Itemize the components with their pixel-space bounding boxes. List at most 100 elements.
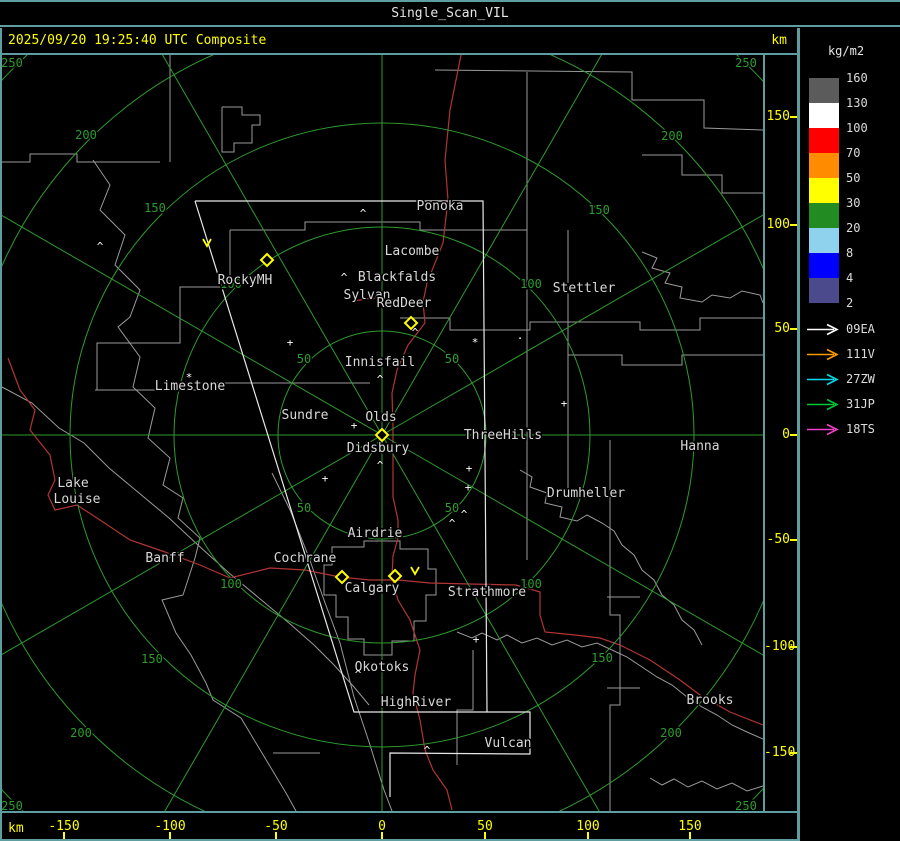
- bottom-axis-tick: [169, 832, 171, 839]
- legend-scale-label: 160: [846, 71, 868, 85]
- site-arrow-icon: [807, 348, 839, 361]
- ring-distance-label: 150: [144, 201, 166, 215]
- spot-symbol: ^: [360, 207, 367, 220]
- info-bar: 2025/09/20 19:25:40 UTC Composite km: [0, 28, 797, 53]
- ring-distance-label: 150: [141, 652, 163, 666]
- radar-map-canvas[interactable]: 50 5050 50100 100100 100150 150150 150200 20020…: [0, 0, 900, 841]
- ring-distance-label: 200: [75, 128, 97, 142]
- town-label: Blackfalds: [358, 270, 436, 285]
- legend-scale-label: 20: [846, 221, 861, 235]
- town-label: Louise: [54, 492, 101, 507]
- county-boundary-line: [230, 221, 527, 231]
- legend-color-swatch: [809, 228, 839, 253]
- spot-symbol: *: [186, 371, 193, 384]
- site-direction-marker: [410, 566, 420, 576]
- ring-distance-label: 50: [297, 352, 311, 366]
- spot-symbol: ^: [424, 744, 431, 757]
- town-label: RedDeer: [377, 296, 432, 311]
- town-label: Innisfail: [345, 355, 415, 370]
- town-label: Cochrane: [274, 551, 337, 566]
- right-axis-tick-label: 150: [766, 109, 790, 124]
- right-axis-tick-label: -100: [764, 639, 796, 654]
- town-label: Hanna: [680, 439, 719, 454]
- legend-scale-label: 8: [846, 246, 854, 260]
- county-boundary-line: [568, 354, 763, 366]
- site-arrow-icon: [807, 373, 839, 386]
- right-axis-tick: [790, 434, 797, 436]
- right-axis-tick-label: -150: [764, 745, 796, 760]
- legend-scale-label: 50: [846, 171, 861, 185]
- bottom-axis-unit-label: km: [8, 821, 24, 836]
- legend-scale-label: 130: [846, 96, 868, 110]
- ring-distance-label: 50: [445, 501, 459, 515]
- town-label: Brooks: [687, 693, 734, 708]
- ring-distance-label: 250: [735, 56, 757, 70]
- spot-symbol: ^: [412, 326, 419, 339]
- ring-distance-label: 200: [70, 726, 92, 740]
- spot-symbol: .: [517, 329, 524, 342]
- legend-color-swatch: [809, 78, 839, 103]
- spot-symbol: ^: [97, 240, 104, 253]
- spot-symbol: ^: [355, 668, 362, 681]
- ring-distance-label: 50: [445, 352, 459, 366]
- town-label: ThreeHills: [464, 428, 542, 443]
- radial-line: [130, 0, 383, 436]
- spot-symbol: +: [473, 633, 480, 646]
- town-label: Stettler: [553, 281, 616, 296]
- right-axis-tick-label: 0: [782, 427, 790, 442]
- site-id-label: 09EA: [846, 322, 875, 336]
- town-label: Didsbury: [347, 441, 410, 456]
- ring-distance-label: 200: [661, 129, 683, 143]
- county-boundary-line: [221, 106, 261, 153]
- ring-distance-label: 200: [660, 726, 682, 740]
- window-title: Single_Scan_VIL: [391, 6, 509, 21]
- town-label: RockyMH: [218, 273, 273, 288]
- spot-symbol: ^: [377, 373, 384, 386]
- site-legend-row: 18TS: [800, 422, 900, 436]
- county-boundary-line: [641, 251, 764, 304]
- ring-distance-label: 150: [588, 203, 610, 217]
- town-label: Vulcan: [485, 736, 532, 751]
- town-label: Banff: [145, 551, 184, 566]
- spot-symbol: *: [472, 336, 479, 349]
- town-label: Ponoka: [417, 199, 464, 214]
- legend-scale-label: 100: [846, 121, 868, 135]
- county-boundary-line: [642, 154, 763, 194]
- spot-symbol: ^: [449, 517, 456, 530]
- county-boundary-line: [323, 540, 437, 656]
- radar-map[interactable]: 50 50 50 50 100 100 100 100 150 150 150 150 200 200 20…: [0, 0, 900, 841]
- title-bar: Single_Scan_VIL: [0, 0, 900, 27]
- spot-symbol: ^: [377, 459, 384, 472]
- legend-scale-label: 70: [846, 146, 861, 160]
- ring-distance-label: 250: [2, 799, 23, 811]
- ring-distance-label: 100: [220, 577, 242, 591]
- town-label: Calgary: [345, 581, 400, 596]
- site-id-label: 18TS: [846, 422, 875, 436]
- spot-symbol: ^: [461, 508, 468, 521]
- town-label: HighRiver: [381, 695, 452, 710]
- bottom-axis-tick: [587, 832, 589, 839]
- spot-symbol: +: [465, 481, 472, 494]
- town-label: Strathmore: [448, 585, 526, 600]
- map-frame-bottom: [0, 811, 797, 813]
- radial-line: [381, 434, 900, 735]
- spot-symbol: +: [561, 397, 568, 410]
- legend-color-swatch: [809, 153, 839, 178]
- legend-panel: kg/m2 160 130 100 70 50 30 20 8 4 2 09EA 111V 27ZW 3…: [800, 28, 900, 841]
- site-id-label: 111V: [846, 347, 875, 361]
- site-legend-row: 09EA: [800, 322, 900, 336]
- legend-scale-label: 4: [846, 271, 854, 285]
- legend-scale-label: 30: [846, 196, 861, 210]
- right-axis-tick: [790, 539, 797, 541]
- ring-distance-label: 100: [520, 277, 542, 291]
- right-axis-unit-label: km: [771, 33, 787, 48]
- legend-color-swatch: [809, 178, 839, 203]
- site-legend-row: 27ZW: [800, 372, 900, 386]
- bottom-axis-tick: [381, 832, 383, 839]
- spot-symbols: ^ ^ ^ ^ ^ ^ ^ ^ ^ ^ + + + + + + + * *.: [97, 207, 568, 757]
- town-label: Sundre: [282, 408, 329, 423]
- right-axis-tick: [790, 116, 797, 118]
- bottom-axis-tick: [484, 832, 486, 839]
- site-id-label: 27ZW: [846, 372, 875, 386]
- site-arrow-icon: [807, 323, 839, 336]
